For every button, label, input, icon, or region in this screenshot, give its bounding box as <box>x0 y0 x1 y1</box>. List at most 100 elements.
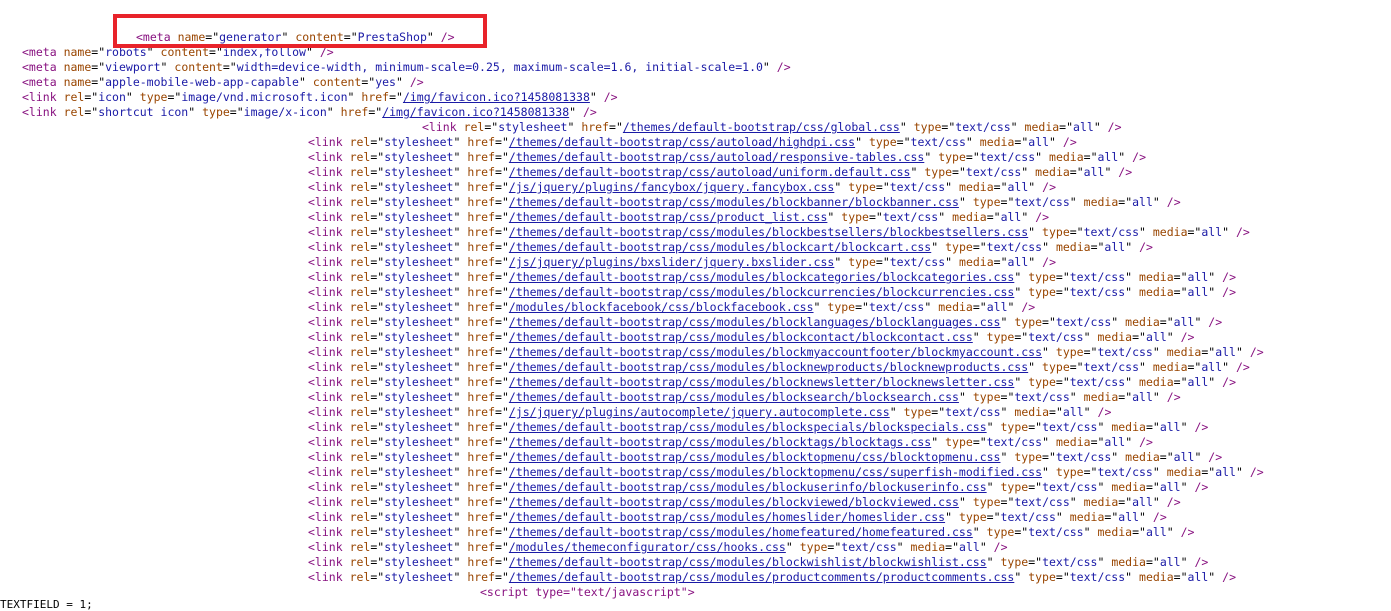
href-link[interactable]: /themes/default-bootstrap/css/modules/bl… <box>509 195 959 209</box>
href-link[interactable]: /themes/default-bootstrap/css/modules/pr… <box>509 570 1014 584</box>
attr-value: stylesheet <box>384 165 454 179</box>
attr-name: media <box>1139 570 1174 584</box>
attr-name: media <box>959 255 994 269</box>
source-line: <meta name="apple-mobile-web-app-capable… <box>22 75 424 89</box>
tag-close: /> <box>1090 405 1112 419</box>
attr-name: rel <box>349 240 371 254</box>
href-link[interactable]: /img/favicon.ico?1458081338 <box>382 105 569 119</box>
href-link[interactable]: /themes/default-bootstrap/css/modules/bl… <box>509 390 959 404</box>
href-link[interactable]: /themes/default-bootstrap/css/modules/bl… <box>509 435 931 449</box>
tag-close: /> <box>1187 420 1209 434</box>
attr-name: rel <box>349 360 371 374</box>
href-link[interactable]: /themes/default-bootstrap/css/autoload/r… <box>509 150 924 164</box>
attr-value: text/css <box>1014 195 1070 209</box>
tag-open: <link <box>308 540 343 554</box>
tag-close: /> <box>1201 315 1223 329</box>
href-link[interactable]: /themes/default-bootstrap/css/modules/bl… <box>509 345 1042 359</box>
attr-value: width=device-width, minimum-scale=0.25, … <box>236 60 763 74</box>
attr-value: stylesheet <box>384 210 454 224</box>
attr-name: type <box>1028 570 1056 584</box>
attr-name: rel <box>349 480 371 494</box>
attr-value: text/css <box>1028 525 1084 539</box>
href-link[interactable]: /themes/default-bootstrap/css/autoload/u… <box>509 165 911 179</box>
tag-open: <link <box>308 300 343 314</box>
href-link[interactable]: /js/jquery/plugins/bxslider/jquery.bxsli… <box>509 255 834 269</box>
href-link[interactable]: /js/jquery/plugins/autocomplete/jquery.a… <box>509 405 890 419</box>
attr-name: type <box>903 405 932 419</box>
tag-close: /> <box>769 60 791 74</box>
attr-value: text/css <box>1014 495 1070 509</box>
attr-name: type <box>986 525 1015 539</box>
attr-name: type <box>841 210 869 224</box>
tag-open: <link <box>308 210 343 224</box>
href-link[interactable]: /themes/default-bootstrap/css/modules/bl… <box>509 480 987 494</box>
href-link[interactable]: /themes/default-bootstrap/css/modules/bl… <box>509 465 1042 479</box>
script-tag: <script type="text/javascript"> <box>480 585 695 599</box>
attr-name: type <box>986 330 1015 344</box>
href-link[interactable]: /themes/default-bootstrap/css/modules/ho… <box>509 525 973 539</box>
href-link[interactable]: /themes/default-bootstrap/css/modules/bl… <box>509 285 1014 299</box>
attr-name: type <box>1028 285 1056 299</box>
source-line: <link rel="stylesheet" href="/themes/def… <box>308 435 1153 449</box>
attr-name: href <box>467 345 496 359</box>
href-link[interactable]: /themes/default-bootstrap/css/modules/ho… <box>509 510 945 524</box>
tag-open: <link <box>308 195 343 209</box>
attr-value: all <box>1159 480 1181 494</box>
tag-open: <link <box>308 510 343 524</box>
attr-name: type <box>1014 450 1043 464</box>
tag-close: /> <box>1173 525 1195 539</box>
tag-close: /> <box>1215 570 1236 584</box>
href-link[interactable]: /themes/default-bootstrap/css/modules/bl… <box>509 240 931 254</box>
attr-name: rel <box>349 315 371 329</box>
href-link[interactable]: /themes/default-bootstrap/css/modules/bl… <box>509 420 987 434</box>
attr-value: text/css <box>965 165 1022 179</box>
href-link[interactable]: /themes/default-bootstrap/css/modules/bl… <box>509 555 987 569</box>
attr-value: all <box>1145 330 1167 344</box>
source-line: <link rel="stylesheet" href="/themes/def… <box>308 390 1181 404</box>
href-link[interactable]: /js/jquery/plugins/fancybox/jquery.fancy… <box>509 180 834 194</box>
attr-value: all <box>1000 210 1022 224</box>
source-line: <link rel="stylesheet" href="/modules/th… <box>308 540 1008 554</box>
href-link[interactable]: /themes/default-bootstrap/css/modules/bl… <box>509 270 1014 284</box>
attr-name: href <box>467 285 496 299</box>
href-link[interactable]: /themes/default-bootstrap/css/modules/bl… <box>509 450 1001 464</box>
attr-name: media <box>1083 495 1119 509</box>
href-link[interactable]: /themes/default-bootstrap/css/product_li… <box>509 210 828 224</box>
attr-name: rel <box>349 285 371 299</box>
attr-name: type <box>945 240 973 254</box>
attr-name: type <box>1042 360 1070 374</box>
href-link[interactable]: /themes/default-bootstrap/css/modules/bl… <box>509 225 1028 239</box>
attr-name: href <box>467 390 496 404</box>
tag-close: /> <box>1229 360 1250 374</box>
attr-name: media <box>1055 240 1091 254</box>
href-link[interactable]: /themes/default-bootstrap/css/autoload/h… <box>509 135 855 149</box>
attr-name: rel <box>349 390 371 404</box>
tag-open: <link <box>308 150 343 164</box>
tag-open: <meta <box>22 60 57 74</box>
attr-name: type <box>924 165 953 179</box>
href-link[interactable]: /themes/default-bootstrap/css/modules/bl… <box>509 495 959 509</box>
attr-value: stylesheet <box>384 360 454 374</box>
attr-name: name <box>63 45 92 59</box>
attr-name: rel <box>349 540 371 554</box>
attr-name: href <box>361 90 390 104</box>
attr-name: rel <box>349 405 371 419</box>
href-link[interactable]: /modules/blockfacebook/css/blockfacebook… <box>509 300 814 314</box>
href-link[interactable]: /modules/themeconfigurator/css/hooks.css <box>509 540 786 554</box>
href-link[interactable]: /img/favicon.ico?1458081338 <box>403 90 590 104</box>
href-link[interactable]: /themes/default-bootstrap/css/global.css <box>623 120 900 134</box>
attr-value: stylesheet <box>384 135 454 149</box>
attr-value: text/css <box>1014 390 1070 404</box>
attr-name: href <box>467 420 496 434</box>
attr-value: all <box>1104 240 1126 254</box>
tag-open: <link <box>308 480 343 494</box>
attr-name: rel <box>463 120 485 134</box>
href-link[interactable]: /themes/default-bootstrap/css/modules/bl… <box>509 330 973 344</box>
attr-name: type <box>848 255 876 269</box>
href-link[interactable]: /themes/default-bootstrap/css/modules/bl… <box>509 360 1028 374</box>
href-link[interactable]: /themes/default-bootstrap/css/modules/bl… <box>509 375 1014 389</box>
attr-value: all <box>1215 465 1236 479</box>
href-link[interactable]: /themes/default-bootstrap/css/modules/bl… <box>509 315 1001 329</box>
attr-value: stylesheet <box>384 255 454 269</box>
attr-value: text/css <box>1000 510 1056 524</box>
